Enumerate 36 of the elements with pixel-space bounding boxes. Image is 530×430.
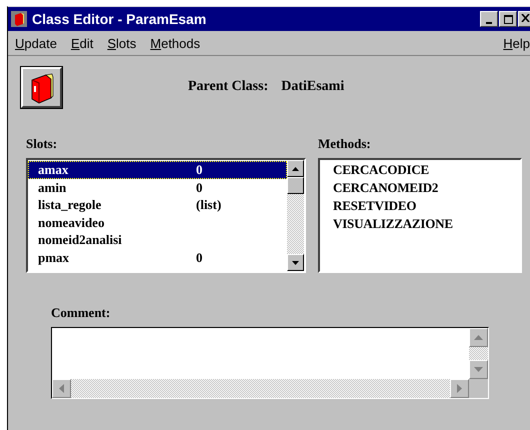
slot-item[interactable]: nomeavideo bbox=[28, 214, 287, 231]
menu-item[interactable]: Edit bbox=[70, 36, 94, 50]
menu-item[interactable]: Methods bbox=[150, 36, 200, 50]
method-item[interactable]: VISUALIZZAZIONE bbox=[323, 215, 520, 233]
binder-icon bbox=[28, 72, 54, 104]
slot-item[interactable]: lista_regole (list) bbox=[28, 196, 287, 214]
up-arrow-icon bbox=[474, 335, 483, 340]
comment-field[interactable] bbox=[51, 327, 489, 399]
methods-label: Methods: bbox=[318, 136, 372, 152]
minimize-button[interactable] bbox=[480, 11, 498, 27]
left-arrow-icon bbox=[59, 384, 64, 393]
menu-item[interactable]: Slots bbox=[107, 36, 136, 50]
menu-item[interactable]: Update bbox=[15, 36, 57, 50]
close-button[interactable] bbox=[518, 11, 530, 27]
slot-item[interactable]: amin 0 bbox=[28, 178, 287, 196]
parent-class-label: Parent Class: bbox=[188, 78, 268, 94]
parent-class-value: DatiEsami bbox=[281, 78, 344, 94]
window-title: Class Editor - ParamEsam bbox=[32, 11, 208, 27]
comment-label: Comment: bbox=[51, 305, 112, 321]
slot-item[interactable]: pmax 0 bbox=[28, 248, 287, 266]
method-item[interactable]: CERCANOMEID2 bbox=[323, 179, 520, 197]
binder-button[interactable] bbox=[21, 67, 62, 108]
close-icon bbox=[521, 14, 530, 22]
binder-icon bbox=[11, 11, 27, 27]
maximize-button[interactable] bbox=[499, 11, 517, 27]
maximize-icon bbox=[504, 15, 512, 24]
right-arrow-icon bbox=[457, 384, 462, 393]
slots-label: Slots: bbox=[26, 136, 58, 152]
method-item[interactable]: CERCACODICE bbox=[323, 161, 520, 179]
slot-item[interactable]: amax 0 bbox=[28, 161, 287, 178]
down-arrow-icon bbox=[474, 367, 483, 372]
slot-item[interactable]: nomeid2analisi bbox=[28, 231, 287, 248]
scroll-bar[interactable] bbox=[287, 160, 304, 271]
scroll-corner bbox=[469, 379, 488, 398]
menu-item[interactable]: Help bbox=[503, 36, 530, 50]
method-item[interactable]: RESETVIDEO bbox=[323, 197, 520, 215]
